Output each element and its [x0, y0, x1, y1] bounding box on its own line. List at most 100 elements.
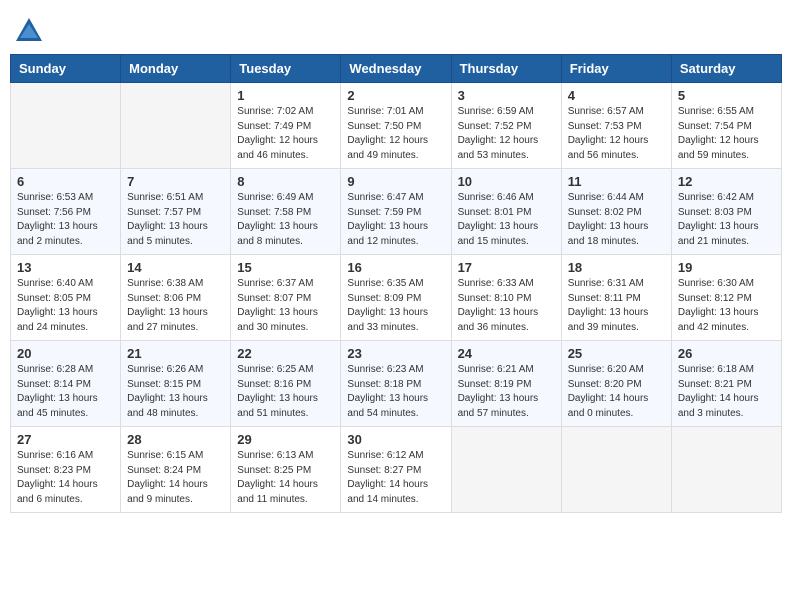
day-number: 2	[347, 88, 444, 103]
calendar-cell: 20 Sunrise: 6:28 AM Sunset: 8:14 PM Dayli…	[11, 341, 121, 427]
weekday-header-saturday: Saturday	[671, 55, 781, 83]
weekday-header-monday: Monday	[121, 55, 231, 83]
day-info: Sunrise: 6:35 AM Sunset: 8:09 PM Dayligh…	[347, 277, 444, 335]
day-number: 1	[237, 88, 334, 103]
calendar-table: SundayMondayTuesdayWednesdayThursdayFrid…	[10, 54, 782, 513]
day-info: Sunrise: 6:53 AM Sunset: 7:56 PM Dayligh…	[17, 191, 114, 249]
calendar-cell: 21Sunrise: 6:26 AM Sunset: 8:15 PM Dayli…	[121, 341, 231, 427]
day-number: 25	[568, 346, 665, 361]
day-number: 30	[347, 432, 444, 447]
calendar-cell: 2 Sunrise: 7:01 AM Sunset: 7:50 PM Daylig…	[341, 83, 451, 169]
day-number: 7	[127, 174, 224, 189]
day-number: 27	[17, 432, 114, 447]
logo-icon	[14, 16, 44, 46]
weekday-header-friday: Friday	[561, 55, 671, 83]
day-number: 3	[458, 88, 555, 103]
day-info: Sunrise: 6:59 AM Sunset: 7:52 PM Dayligh…	[458, 105, 555, 163]
calendar-cell: 17Sunrise: 6:33 AM Sunset: 8:10 PM Dayli…	[451, 255, 561, 341]
calendar-cell: 3 Sunrise: 6:59 AM Sunset: 7:52 PM Daylig…	[451, 83, 561, 169]
calendar-cell: 23Sunrise: 6:23 AM Sunset: 8:18 PM Dayli…	[341, 341, 451, 427]
calendar-cell: 26 Sunrise: 6:18 AM Sunset: 8:21 PM Dayli…	[671, 341, 781, 427]
calendar-week-row: 27 Sunrise: 6:16 AM Sunset: 8:23 PM Dayli…	[11, 427, 782, 513]
calendar-cell: 7 Sunrise: 6:51 AM Sunset: 7:57 PM Daylig…	[121, 169, 231, 255]
weekday-header-thursday: Thursday	[451, 55, 561, 83]
day-info: Sunrise: 6:38 AM Sunset: 8:06 PM Dayligh…	[127, 277, 224, 335]
calendar-cell: 30Sunrise: 6:12 AM Sunset: 8:27 PM Dayli…	[341, 427, 451, 513]
calendar-cell: 25Sunrise: 6:20 AM Sunset: 8:20 PM Dayli…	[561, 341, 671, 427]
weekday-header-row: SundayMondayTuesdayWednesdayThursdayFrid…	[11, 55, 782, 83]
day-info: Sunrise: 6:44 AM Sunset: 8:02 PM Dayligh…	[568, 191, 665, 249]
day-info: Sunrise: 6:57 AM Sunset: 7:53 PM Dayligh…	[568, 105, 665, 163]
calendar-week-row: 1 Sunrise: 7:02 AM Sunset: 7:49 PM Daylig…	[11, 83, 782, 169]
day-number: 24	[458, 346, 555, 361]
calendar-cell	[11, 83, 121, 169]
day-number: 4	[568, 88, 665, 103]
day-number: 29	[237, 432, 334, 447]
day-info: Sunrise: 6:31 AM Sunset: 8:11 PM Dayligh…	[568, 277, 665, 335]
calendar-cell: 5 Sunrise: 6:55 AM Sunset: 7:54 PM Daylig…	[671, 83, 781, 169]
logo	[14, 16, 48, 46]
day-info: Sunrise: 6:28 AM Sunset: 8:14 PM Dayligh…	[17, 363, 114, 421]
calendar-cell	[121, 83, 231, 169]
day-info: Sunrise: 7:02 AM Sunset: 7:49 PM Dayligh…	[237, 105, 334, 163]
day-info: Sunrise: 6:51 AM Sunset: 7:57 PM Dayligh…	[127, 191, 224, 249]
page-header	[10, 10, 782, 46]
day-info: Sunrise: 6:33 AM Sunset: 8:10 PM Dayligh…	[458, 277, 555, 335]
calendar-cell: 6 Sunrise: 6:53 AM Sunset: 7:56 PM Daylig…	[11, 169, 121, 255]
day-info: Sunrise: 6:46 AM Sunset: 8:01 PM Dayligh…	[458, 191, 555, 249]
day-info: Sunrise: 6:15 AM Sunset: 8:24 PM Dayligh…	[127, 449, 224, 507]
day-info: Sunrise: 6:49 AM Sunset: 7:58 PM Dayligh…	[237, 191, 334, 249]
day-info: Sunrise: 6:13 AM Sunset: 8:25 PM Dayligh…	[237, 449, 334, 507]
day-info: Sunrise: 6:16 AM Sunset: 8:23 PM Dayligh…	[17, 449, 114, 507]
day-number: 16	[347, 260, 444, 275]
day-number: 23	[347, 346, 444, 361]
calendar-cell: 10 Sunrise: 6:46 AM Sunset: 8:01 PM Dayli…	[451, 169, 561, 255]
calendar-cell: 11 Sunrise: 6:44 AM Sunset: 8:02 PM Dayli…	[561, 169, 671, 255]
calendar-week-row: 20 Sunrise: 6:28 AM Sunset: 8:14 PM Dayli…	[11, 341, 782, 427]
day-number: 12	[678, 174, 775, 189]
day-number: 15	[237, 260, 334, 275]
calendar-week-row: 6 Sunrise: 6:53 AM Sunset: 7:56 PM Daylig…	[11, 169, 782, 255]
calendar-cell: 18Sunrise: 6:31 AM Sunset: 8:11 PM Dayli…	[561, 255, 671, 341]
calendar-cell: 14 Sunrise: 6:38 AM Sunset: 8:06 PM Dayli…	[121, 255, 231, 341]
calendar-cell: 28 Sunrise: 6:15 AM Sunset: 8:24 PM Dayli…	[121, 427, 231, 513]
calendar-cell: 16 Sunrise: 6:35 AM Sunset: 8:09 PM Dayli…	[341, 255, 451, 341]
calendar-cell	[561, 427, 671, 513]
day-number: 10	[458, 174, 555, 189]
day-number: 22	[237, 346, 334, 361]
day-info: Sunrise: 6:26 AM Sunset: 8:15 PM Dayligh…	[127, 363, 224, 421]
calendar-cell: 19Sunrise: 6:30 AM Sunset: 8:12 PM Dayli…	[671, 255, 781, 341]
day-info: Sunrise: 6:40 AM Sunset: 8:05 PM Dayligh…	[17, 277, 114, 335]
calendar-cell: 12 Sunrise: 6:42 AM Sunset: 8:03 PM Dayli…	[671, 169, 781, 255]
day-number: 5	[678, 88, 775, 103]
calendar-cell: 1 Sunrise: 7:02 AM Sunset: 7:49 PM Daylig…	[231, 83, 341, 169]
day-info: Sunrise: 6:47 AM Sunset: 7:59 PM Dayligh…	[347, 191, 444, 249]
calendar-cell: 9 Sunrise: 6:47 AM Sunset: 7:59 PM Daylig…	[341, 169, 451, 255]
calendar-cell	[671, 427, 781, 513]
day-number: 14	[127, 260, 224, 275]
day-number: 11	[568, 174, 665, 189]
day-number: 8	[237, 174, 334, 189]
calendar-cell: 22 Sunrise: 6:25 AM Sunset: 8:16 PM Dayli…	[231, 341, 341, 427]
day-number: 28	[127, 432, 224, 447]
day-number: 20	[17, 346, 114, 361]
day-number: 13	[17, 260, 114, 275]
day-info: Sunrise: 6:55 AM Sunset: 7:54 PM Dayligh…	[678, 105, 775, 163]
day-info: Sunrise: 7:01 AM Sunset: 7:50 PM Dayligh…	[347, 105, 444, 163]
calendar-cell: 15 Sunrise: 6:37 AM Sunset: 8:07 PM Dayli…	[231, 255, 341, 341]
day-number: 9	[347, 174, 444, 189]
calendar-cell: 29 Sunrise: 6:13 AM Sunset: 8:25 PM Dayli…	[231, 427, 341, 513]
day-info: Sunrise: 6:25 AM Sunset: 8:16 PM Dayligh…	[237, 363, 334, 421]
calendar-cell: 13 Sunrise: 6:40 AM Sunset: 8:05 PM Dayli…	[11, 255, 121, 341]
day-info: Sunrise: 6:37 AM Sunset: 8:07 PM Dayligh…	[237, 277, 334, 335]
day-info: Sunrise: 6:42 AM Sunset: 8:03 PM Dayligh…	[678, 191, 775, 249]
day-info: Sunrise: 6:30 AM Sunset: 8:12 PM Dayligh…	[678, 277, 775, 335]
calendar-cell: 8 Sunrise: 6:49 AM Sunset: 7:58 PM Daylig…	[231, 169, 341, 255]
weekday-header-tuesday: Tuesday	[231, 55, 341, 83]
day-number: 26	[678, 346, 775, 361]
day-info: Sunrise: 6:18 AM Sunset: 8:21 PM Dayligh…	[678, 363, 775, 421]
weekday-header-wednesday: Wednesday	[341, 55, 451, 83]
calendar-cell: 24 Sunrise: 6:21 AM Sunset: 8:19 PM Dayli…	[451, 341, 561, 427]
day-info: Sunrise: 6:21 AM Sunset: 8:19 PM Dayligh…	[458, 363, 555, 421]
day-number: 6	[17, 174, 114, 189]
